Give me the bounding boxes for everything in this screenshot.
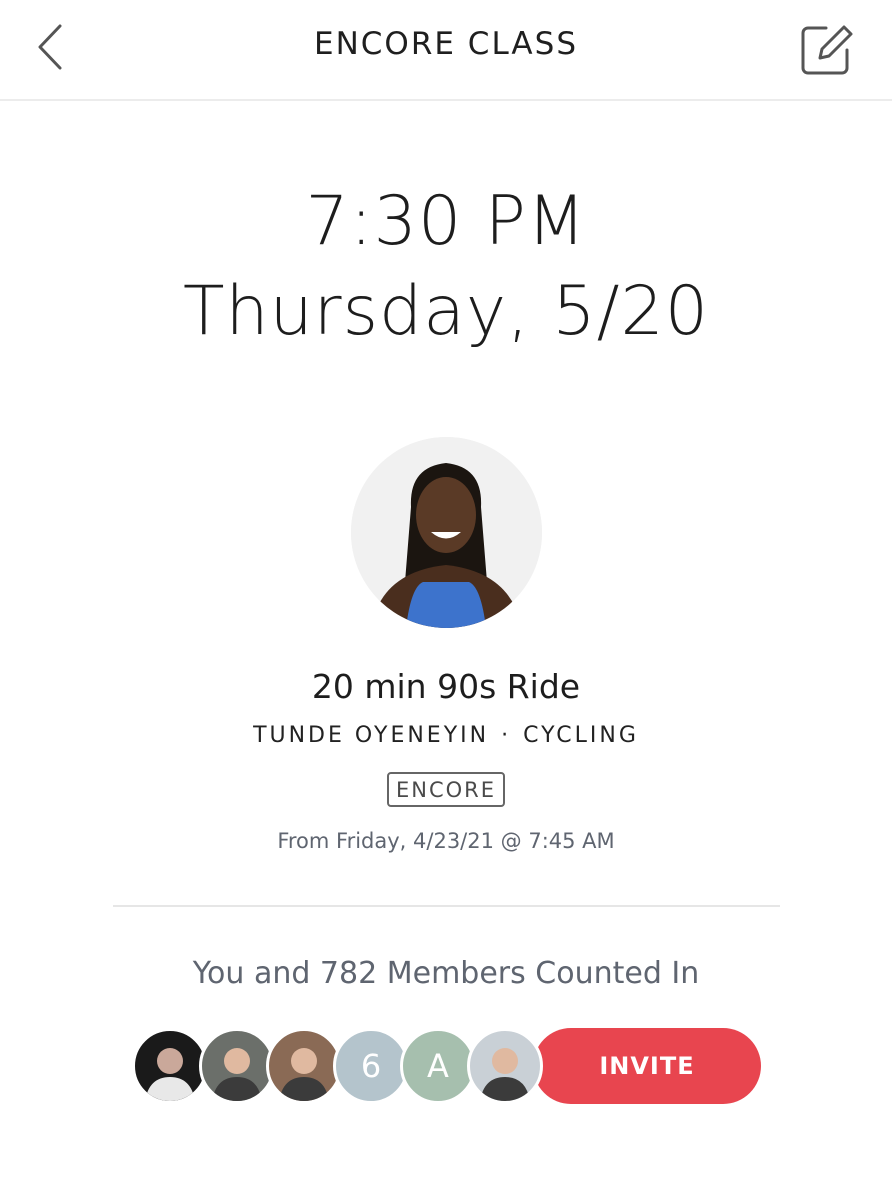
app-header: ENCORE CLASS <box>0 0 892 101</box>
invite-button[interactable]: INVITE <box>533 1028 761 1104</box>
member-avatar[interactable] <box>266 1028 342 1104</box>
member-photo <box>480 1048 530 1101</box>
instructor-name[interactable]: TUNDE OYENEYIN <box>253 723 489 748</box>
page-title: ENCORE CLASS <box>314 26 578 62</box>
class-time: 7:30 PM <box>305 182 587 261</box>
meta-separator: · <box>501 723 512 748</box>
member-photo <box>212 1048 262 1101</box>
member-avatar[interactable] <box>467 1028 543 1104</box>
member-initial: A <box>427 1047 449 1085</box>
edit-button[interactable] <box>796 18 856 78</box>
badge-row: ENCORE <box>0 772 892 807</box>
class-title: 20 min 90s Ride <box>311 667 581 706</box>
member-photo <box>279 1048 329 1101</box>
class-meta: TUNDE OYENEYIN · CYCLING <box>0 723 892 748</box>
class-category: CYCLING <box>523 723 639 748</box>
member-avatar[interactable]: A <box>400 1028 476 1104</box>
edit-icon <box>801 25 853 75</box>
instructor-photo <box>351 437 542 628</box>
member-avatar-stack[interactable]: 6A <box>132 1028 552 1104</box>
instructor-avatar[interactable] <box>351 437 542 628</box>
original-air-date: From Friday, 4/23/21 @ 7:45 AM <box>277 829 615 853</box>
member-avatar[interactable] <box>199 1028 275 1104</box>
member-avatar[interactable] <box>132 1028 208 1104</box>
encore-badge: ENCORE <box>386 772 506 807</box>
member-avatar[interactable]: 6 <box>333 1028 409 1104</box>
member-photo <box>145 1048 195 1101</box>
member-initial: 6 <box>360 1047 382 1085</box>
divider <box>113 905 780 907</box>
class-date: Thursday, 5/20 <box>182 272 710 351</box>
members-counted-text[interactable]: You and 782 Members Counted In <box>0 956 892 991</box>
